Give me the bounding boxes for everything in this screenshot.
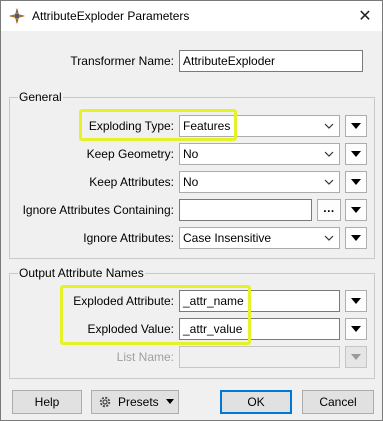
keep-attributes-select[interactable]: No <box>179 171 340 193</box>
keep-attributes-label: Keep Attributes: <box>89 175 174 189</box>
transformer-name-input[interactable]: AttributeExploder <box>179 50 363 72</box>
ignore-attributes-label: Ignore Attributes: <box>83 231 174 245</box>
ignore-containing-menu-button[interactable] <box>345 199 367 221</box>
ignore-attributes-menu-button[interactable] <box>345 227 367 249</box>
keep-geometry-value: No <box>183 147 199 161</box>
close-icon[interactable]: ✕ <box>348 1 382 31</box>
ignore-containing-label: Ignore Attributes Containing: <box>22 203 174 217</box>
dropdown-arrow-icon <box>351 326 361 332</box>
ignore-attributes-select[interactable]: Case Insensitive <box>179 227 340 249</box>
help-button[interactable]: Help <box>12 390 82 414</box>
list-name-select <box>179 346 340 368</box>
exploding-type-menu-button[interactable] <box>345 115 367 137</box>
dropdown-arrow-icon <box>351 179 361 185</box>
highlight-output-names <box>60 285 251 345</box>
exploded-attribute-menu-button[interactable] <box>345 290 367 312</box>
dropdown-arrow-icon <box>351 207 361 213</box>
output-group-title: Output Attribute Names <box>18 266 145 280</box>
list-name-menu-button <box>345 346 367 368</box>
general-group-title: General <box>18 90 63 104</box>
chevron-down-icon <box>324 123 334 129</box>
dropdown-arrow-icon <box>351 123 361 129</box>
transformer-name-label: Transformer Name: <box>70 54 174 68</box>
gear-icon <box>99 396 111 408</box>
dropdown-arrow-icon <box>166 399 174 404</box>
ignore-containing-input[interactable] <box>179 199 312 221</box>
transformer-icon <box>9 8 25 24</box>
dropdown-arrow-icon <box>351 235 361 241</box>
dropdown-arrow-icon <box>351 151 361 157</box>
highlight-exploding-type <box>79 109 237 141</box>
keep-geometry-label: Keep Geometry: <box>86 147 174 161</box>
chevron-down-icon <box>324 235 334 241</box>
chevron-down-icon <box>324 151 334 157</box>
keep-attributes-menu-button[interactable] <box>345 171 367 193</box>
presets-button[interactable]: Presets <box>91 390 179 414</box>
ok-button[interactable]: OK <box>220 390 292 414</box>
dialog-title: AttributeExploder Parameters <box>32 9 190 23</box>
keep-attributes-value: No <box>183 175 199 189</box>
list-name-label: List Name: <box>116 350 174 364</box>
presets-label: Presets <box>118 395 159 409</box>
title-bar: AttributeExploder Parameters ✕ <box>1 1 382 31</box>
keep-geometry-menu-button[interactable] <box>345 143 367 165</box>
ignore-attributes-value: Case Insensitive <box>183 231 272 245</box>
dropdown-arrow-icon <box>351 298 361 304</box>
dialog-window: AttributeExploder Parameters ✕ Transform… <box>0 0 383 421</box>
cancel-button[interactable]: Cancel <box>302 390 374 414</box>
keep-geometry-select[interactable]: No <box>179 143 340 165</box>
exploded-value-menu-button[interactable] <box>345 318 367 340</box>
chevron-down-icon <box>324 179 334 185</box>
ignore-containing-browse-button[interactable]: ... <box>317 199 341 221</box>
dropdown-arrow-icon <box>351 354 361 360</box>
